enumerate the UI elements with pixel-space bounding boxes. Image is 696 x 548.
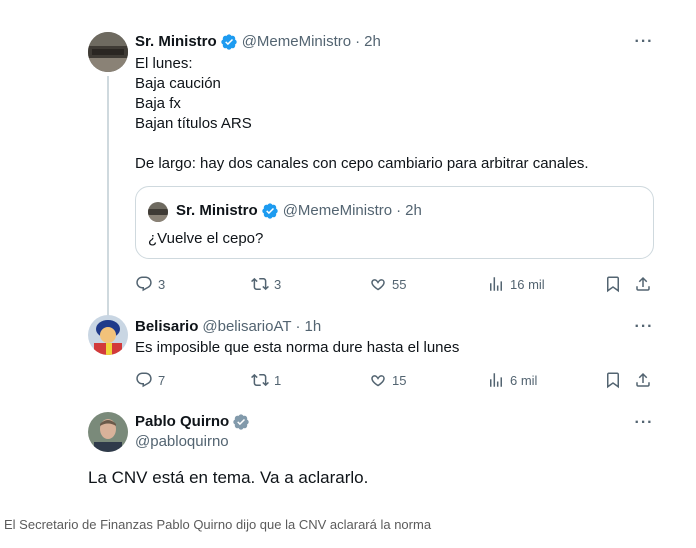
author-name[interactable]: Belisario xyxy=(135,317,198,337)
thread-line xyxy=(107,76,109,320)
avatar[interactable] xyxy=(88,315,128,355)
views-count: 6 mil xyxy=(510,372,538,388)
like-button[interactable]: 15 xyxy=(369,370,406,390)
reply-count: 3 xyxy=(158,276,166,292)
image-caption: El Secretario de Finanzas Pablo Quirno d… xyxy=(4,517,432,532)
bookmark-icon xyxy=(607,372,619,389)
views-button[interactable]: 16 mil xyxy=(487,274,545,294)
author-name[interactable]: Pablo Quirno xyxy=(135,412,229,432)
like-icon xyxy=(371,279,385,291)
more-icon[interactable]: ··· xyxy=(634,415,654,437)
like-button[interactable]: 55 xyxy=(369,274,406,294)
quote-author-name[interactable]: Sr. Ministro xyxy=(176,201,258,221)
timestamp[interactable]: 2h xyxy=(364,32,381,52)
quote-author-handle[interactable]: @MemeMinistro xyxy=(283,201,392,221)
avatar-image xyxy=(148,202,168,222)
verified-badge-icon xyxy=(221,34,237,50)
share-button[interactable] xyxy=(634,274,657,294)
reply-button[interactable]: 3 xyxy=(135,274,165,294)
retweet-count: 3 xyxy=(274,276,282,292)
views-icon xyxy=(490,277,502,291)
separator-dot: · xyxy=(396,202,402,219)
retweet-icon xyxy=(251,373,269,387)
reply-icon xyxy=(136,372,152,388)
quoted-tweet[interactable]: Sr. Ministro @MemeMinistro · 2h ¿Vuelve … xyxy=(135,186,654,259)
like-icon xyxy=(371,375,385,387)
tweet-text: El lunes: Baja caución Baja fx Bajan tít… xyxy=(135,55,589,172)
tweet-actions: 7 1 15 6 mil xyxy=(135,370,654,390)
bookmark-button[interactable] xyxy=(604,370,627,390)
views-icon xyxy=(490,373,502,387)
verified-badge-icon xyxy=(262,203,278,219)
retweet-count: 1 xyxy=(274,372,282,388)
quote-timestamp[interactable]: 2h xyxy=(405,201,422,221)
views-count: 16 mil xyxy=(510,276,545,292)
author-name[interactable]: Sr. Ministro xyxy=(135,32,217,52)
retweet-button[interactable]: 1 xyxy=(251,370,281,390)
retweet-button[interactable]: 3 xyxy=(251,274,281,294)
quote-header: Sr. Ministro @MemeMinistro · 2h xyxy=(176,201,422,221)
tweet-pablo-quirno[interactable]: Pablo Quirno @pabloquirno ··· La CNV est… xyxy=(68,406,676,505)
separator-dot: · xyxy=(295,318,301,335)
more-icon[interactable]: ··· xyxy=(634,319,654,341)
views-button[interactable]: 6 mil xyxy=(487,370,537,390)
reply-icon xyxy=(136,276,152,292)
avatar[interactable] xyxy=(88,32,128,72)
reply-count: 7 xyxy=(158,372,166,388)
tweet-belisario[interactable]: Belisario @belisarioAT · 1h ··· Es impos… xyxy=(68,308,676,404)
tweet-sr-ministro[interactable]: Sr. Ministro @MemeMinistro · 2h ··· El l… xyxy=(68,8,676,320)
share-button[interactable] xyxy=(634,370,657,390)
share-icon xyxy=(636,372,650,387)
avatar-image xyxy=(88,32,128,72)
author-handle[interactable]: @belisarioAT xyxy=(202,317,291,337)
quote-text: ¿Vuelve el cepo? xyxy=(148,230,264,247)
avatar[interactable] xyxy=(148,202,168,222)
tweet-thread-card: Sr. Ministro @MemeMinistro · 2h ··· El l… xyxy=(68,8,676,505)
verified-badge-icon xyxy=(233,414,249,430)
share-icon xyxy=(636,276,650,291)
avatar[interactable] xyxy=(88,412,128,452)
avatar-image xyxy=(88,315,128,355)
tweet-header: Pablo Quirno xyxy=(135,412,254,432)
tweet-actions: 3 3 55 16 mil xyxy=(135,274,654,294)
more-icon[interactable]: ··· xyxy=(634,34,654,56)
tweet-text: La CNV está en tema. Va a aclararlo. xyxy=(88,468,369,487)
bookmark-icon xyxy=(607,276,619,293)
retweet-icon xyxy=(251,277,269,291)
like-count: 15 xyxy=(392,372,407,388)
reply-button[interactable]: 7 xyxy=(135,370,165,390)
author-handle[interactable]: @pabloquirno xyxy=(135,432,229,452)
tweet-header: Sr. Ministro @MemeMinistro · 2h xyxy=(135,32,381,52)
like-count: 55 xyxy=(392,276,407,292)
tweet-header: Belisario @belisarioAT · 1h xyxy=(135,317,321,337)
handle-row: @pabloquirno xyxy=(135,432,229,452)
tweet-text: Es imposible que esta norma dure hasta e… xyxy=(135,339,460,356)
avatar-image xyxy=(88,412,128,452)
timestamp[interactable]: 1h xyxy=(305,317,322,337)
author-handle[interactable]: @MemeMinistro xyxy=(242,32,351,52)
bookmark-button[interactable] xyxy=(604,274,627,294)
separator-dot: · xyxy=(355,33,361,50)
